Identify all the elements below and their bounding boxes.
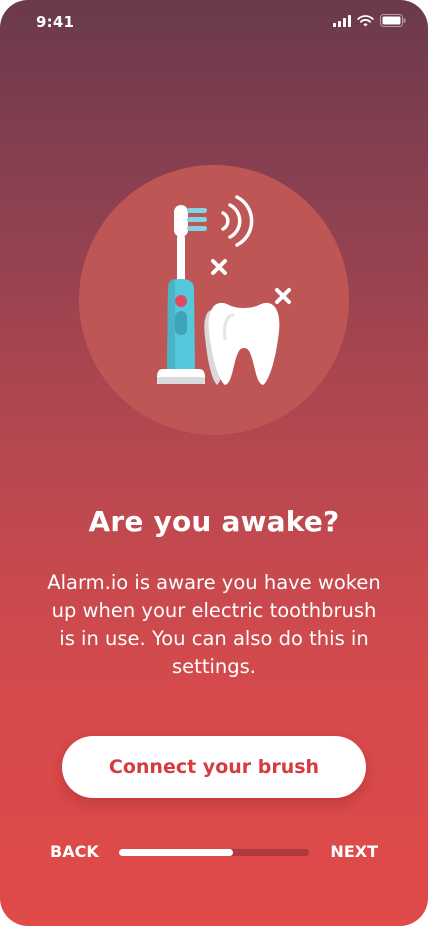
page-title: Are you awake? [88, 505, 340, 538]
next-button[interactable]: NEXT [330, 842, 378, 861]
onboarding-progress-bar [119, 849, 309, 856]
screen: 9:41 Are you awake? Alarm.io is aware yo… [0, 0, 428, 926]
hero-illustration [79, 165, 349, 435]
cellular-signal-icon [333, 14, 351, 27]
tooth-icon [204, 302, 280, 385]
connect-brush-button[interactable]: Connect your brush [62, 736, 366, 798]
back-button[interactable]: BACK [50, 842, 99, 861]
sparkle-icon [211, 259, 291, 304]
battery-icon [380, 14, 406, 27]
status-bar: 9:41 [0, 0, 428, 44]
description-text: Alarm.io is aware you have woken up when… [47, 571, 381, 678]
electric-toothbrush-icon [157, 205, 207, 384]
progress-fill [119, 849, 233, 856]
status-icons [333, 14, 406, 27]
status-time: 9:41 [36, 13, 75, 31]
hero-graphic [157, 195, 291, 385]
wifi-icon [357, 14, 374, 26]
vibration-waves-icon [221, 195, 254, 247]
